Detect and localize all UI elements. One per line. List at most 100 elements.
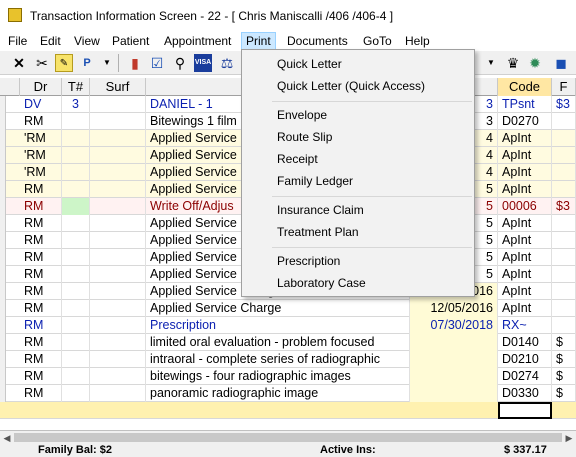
menu-item-quick-letter-quick-access[interactable]: Quick Letter (Quick Access) <box>242 75 474 97</box>
cell-dr[interactable]: RM <box>20 215 62 232</box>
cell-dr[interactable]: RM <box>20 198 62 215</box>
cell-fee[interactable] <box>552 317 576 334</box>
cell-tooth[interactable] <box>62 317 90 334</box>
scroll-thumb[interactable] <box>14 433 562 442</box>
cell-surf[interactable] <box>90 368 146 385</box>
cell-tooth[interactable] <box>62 147 90 164</box>
cell-fee[interactable] <box>552 283 576 300</box>
menu-item-receipt[interactable]: Receipt <box>242 148 474 170</box>
table-row[interactable]: RM bitewings - four radiographic images D0… <box>0 368 576 385</box>
cell-code[interactable]: ApInt <box>498 130 552 147</box>
cell-tooth[interactable] <box>62 113 90 130</box>
search-person-icon[interactable]: ⚲ <box>171 54 189 72</box>
scroll-right-icon[interactable]: ▶ <box>562 431 576 445</box>
cell-description[interactable]: limited oral evaluation - problem focuse… <box>146 334 410 351</box>
cell-dr[interactable]: RM <box>20 317 62 334</box>
cell-date[interactable]: 12/05/2016 <box>410 300 498 317</box>
cell-tooth[interactable] <box>62 198 90 215</box>
cell-date[interactable] <box>410 368 498 385</box>
cell-surf[interactable] <box>90 385 146 402</box>
header-dr[interactable]: Dr <box>20 78 62 96</box>
cell-description[interactable]: Prescription <box>146 317 410 334</box>
toolbar-overflow-icon[interactable]: ◼ <box>552 54 570 72</box>
cell-fee[interactable] <box>552 249 576 266</box>
row-selector[interactable] <box>0 198 6 215</box>
row-selector[interactable] <box>0 368 6 385</box>
row-selector[interactable] <box>0 249 6 266</box>
cell-code[interactable]: ApInt <box>498 300 552 317</box>
cell-tooth[interactable]: 3 <box>62 96 90 113</box>
row-selector[interactable] <box>0 164 6 181</box>
cell-fee[interactable]: $ <box>552 334 576 351</box>
cell-dr[interactable]: RM <box>20 113 62 130</box>
menu-item-insurance-claim[interactable]: Insurance Claim <box>242 199 474 221</box>
dropdown-arrow-icon[interactable]: ▼ <box>98 54 116 72</box>
row-selector[interactable] <box>0 317 6 334</box>
menu-appointment[interactable]: Appointment <box>160 32 235 50</box>
cell-fee[interactable]: $ <box>552 368 576 385</box>
menu-item-envelope[interactable]: Envelope <box>242 104 474 126</box>
cell-tooth[interactable] <box>62 181 90 198</box>
cell-description[interactable]: Applied Service Charge <box>146 300 410 317</box>
menu-edit[interactable]: Edit <box>36 32 65 50</box>
cell-dr[interactable]: RM <box>20 249 62 266</box>
cell-code[interactable]: RX~ <box>498 317 552 334</box>
cell-dr[interactable]: 'RM <box>20 147 62 164</box>
table-row[interactable]: RM Applied Service Charge 12/05/2016 ApInt <box>0 300 576 317</box>
row-selector[interactable] <box>0 147 6 164</box>
dropdown-arrow-icon-2[interactable]: ▼ <box>482 54 500 72</box>
menu-item-laboratory-case[interactable]: Laboratory Case <box>242 272 474 294</box>
cell-code[interactable]: ApInt <box>498 283 552 300</box>
row-selector[interactable] <box>0 130 6 147</box>
cell-dr[interactable]: RM <box>20 334 62 351</box>
cell-code[interactable]: ApInt <box>498 249 552 266</box>
cell-fee[interactable] <box>552 266 576 283</box>
menu-goto[interactable]: GoTo <box>359 32 396 50</box>
table-row[interactable]: RM intraoral - complete series of radiogr… <box>0 351 576 368</box>
cell-dr[interactable]: RM <box>20 181 62 198</box>
cell-tooth[interactable] <box>62 351 90 368</box>
cell-description[interactable]: panoramic radiographic image <box>146 385 410 402</box>
cell-dr[interactable]: 'RM <box>20 130 62 147</box>
cell-code[interactable]: 00006 <box>498 198 552 215</box>
cell-dr[interactable]: RM <box>20 266 62 283</box>
cell-surf[interactable] <box>90 351 146 368</box>
cell-dr[interactable]: RM <box>20 368 62 385</box>
gear-icon[interactable]: ✹ <box>526 54 544 72</box>
cell-surf[interactable] <box>90 232 146 249</box>
checklist-icon[interactable]: ☑ <box>148 54 166 72</box>
scroll-left-icon[interactable]: ◀ <box>0 431 14 445</box>
cell-surf[interactable] <box>90 334 146 351</box>
scissors-icon[interactable]: ✂ <box>33 54 51 72</box>
row-selector[interactable] <box>0 351 6 368</box>
cell-description[interactable]: bitewings - four radiographic images <box>146 368 410 385</box>
cell-tooth[interactable] <box>62 164 90 181</box>
cell-fee[interactable] <box>552 181 576 198</box>
code-entry-field[interactable] <box>498 402 552 419</box>
cell-tooth[interactable] <box>62 300 90 317</box>
book-icon[interactable]: ▮ <box>126 54 144 72</box>
cell-code[interactable]: D0274 <box>498 368 552 385</box>
visa-card-icon[interactable]: VISA <box>194 54 212 72</box>
row-selector[interactable] <box>0 334 6 351</box>
cell-tooth[interactable] <box>62 266 90 283</box>
cell-surf[interactable] <box>90 215 146 232</box>
row-selector[interactable] <box>0 283 6 300</box>
cell-fee[interactable] <box>552 130 576 147</box>
cell-tooth[interactable] <box>62 215 90 232</box>
row-selector[interactable] <box>0 266 6 283</box>
cell-dr[interactable]: RM <box>20 232 62 249</box>
row-selector[interactable] <box>0 96 6 113</box>
menu-file[interactable]: File <box>4 32 31 50</box>
cell-surf[interactable] <box>90 113 146 130</box>
row-selector[interactable] <box>0 385 6 402</box>
cell-surf[interactable] <box>90 266 146 283</box>
cell-tooth[interactable] <box>62 334 90 351</box>
cell-code[interactable]: ApInt <box>498 266 552 283</box>
cell-surf[interactable] <box>90 300 146 317</box>
cell-surf[interactable] <box>90 283 146 300</box>
cell-tooth[interactable] <box>62 249 90 266</box>
cell-code[interactable]: ApInt <box>498 215 552 232</box>
cell-surf[interactable] <box>90 164 146 181</box>
cell-surf[interactable] <box>90 181 146 198</box>
